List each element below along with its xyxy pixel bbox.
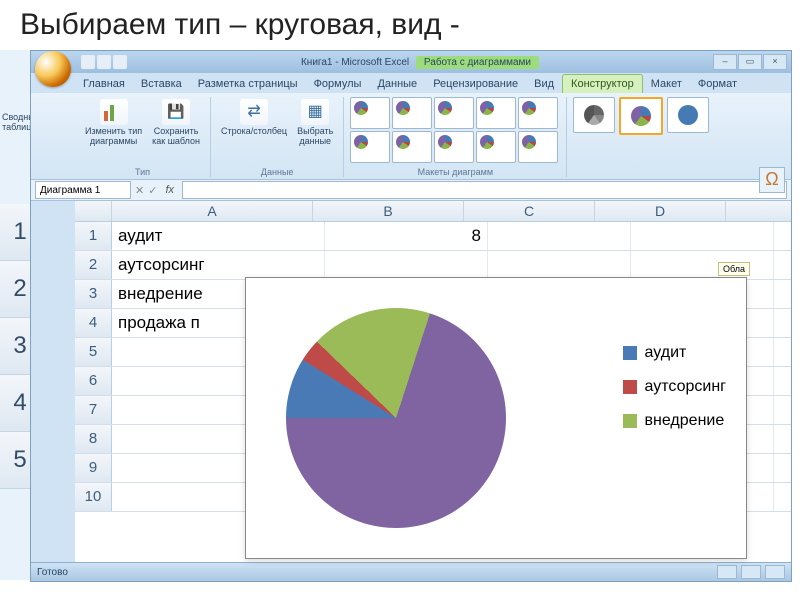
save-as-template-button[interactable]: Сохранитькак шаблон [148, 97, 204, 149]
row-header[interactable]: 6 [75, 367, 112, 395]
col-header-d[interactable]: D [595, 201, 726, 221]
cell[interactable] [631, 222, 774, 250]
chart-area-tooltip: Обла [718, 262, 750, 276]
chart-legend[interactable]: аудит аутсорсинг внедрение [623, 328, 726, 446]
row-header[interactable]: 2 [75, 251, 112, 279]
row-header[interactable]: 10 [75, 483, 112, 511]
cell[interactable]: аудит [112, 222, 325, 250]
grid-icon [301, 99, 329, 125]
legend-swatch [623, 414, 637, 428]
office-button[interactable] [35, 51, 71, 87]
minimize-button[interactable]: – [713, 54, 737, 70]
tab-formulas[interactable]: Формулы [306, 75, 370, 93]
tab-insert[interactable]: Вставка [133, 75, 190, 93]
legend-item: внедрение [623, 412, 726, 430]
row-header[interactable]: 4 [75, 309, 112, 337]
save-icon [162, 99, 190, 125]
style-grayscale[interactable] [573, 97, 615, 133]
legend-swatch [623, 380, 637, 394]
formula-input[interactable] [182, 181, 787, 199]
change-chart-type-button[interactable]: Изменить типдиаграммы [81, 97, 146, 149]
status-text: Готово [37, 567, 68, 578]
enter-icon[interactable]: ✓ [148, 184, 157, 197]
slide-heading: Выбираем тип – круговая, вид - [0, 0, 800, 42]
document-title: Книга1 - Microsoft Excel [301, 57, 409, 68]
table-row[interactable]: 1аудит8 [75, 222, 791, 251]
chart-tools-context: Работа с диаграммами [416, 56, 539, 69]
close-button[interactable]: × [763, 54, 787, 70]
tab-home[interactable]: Главная [75, 75, 133, 93]
style-colored-selected[interactable] [619, 97, 663, 135]
status-bar: Готово [31, 562, 791, 581]
select-data-button[interactable]: Выбратьданные [293, 97, 337, 149]
tab-data[interactable]: Данные [369, 75, 425, 93]
tab-page-layout[interactable]: Разметка страницы [190, 75, 306, 93]
table-row[interactable]: 2аутсорсинг [75, 251, 791, 280]
col-header-c[interactable]: C [464, 201, 595, 221]
chart-styles-gallery[interactable] [573, 97, 709, 135]
row-header[interactable]: 9 [75, 454, 112, 482]
tab-view[interactable]: Вид [526, 75, 562, 93]
row-header[interactable]: 1 [75, 222, 112, 250]
ribbon-group-data: Строка/столбец Выбратьданные Данные [211, 97, 344, 177]
legend-item: аутсорсинг [623, 378, 726, 396]
cancel-icon[interactable]: ✕ [135, 184, 144, 197]
tab-format[interactable]: Формат [690, 75, 745, 93]
row-header[interactable]: 7 [75, 396, 112, 424]
cell[interactable] [325, 251, 488, 279]
ribbon-group-layouts: Макеты диаграмм [344, 97, 567, 177]
cell[interactable] [488, 251, 631, 279]
row-header[interactable]: 5 [75, 338, 112, 366]
swap-icon [240, 99, 268, 125]
cell[interactable]: аутсорсинг [112, 251, 325, 279]
group-label-layouts: Макеты диаграмм [418, 165, 493, 177]
select-all-corner[interactable] [75, 201, 112, 221]
legend-swatch [623, 346, 637, 360]
ribbon-tabs: Главная Вставка Разметка страницы Формул… [31, 73, 791, 93]
chart-layouts-gallery[interactable] [350, 97, 560, 163]
quick-access-toolbar[interactable] [81, 55, 127, 69]
pie-plot-area[interactable] [286, 308, 506, 528]
cell[interactable]: 8 [325, 222, 488, 250]
legend-item: аудит [623, 344, 726, 362]
view-buttons[interactable] [717, 565, 785, 579]
ribbon-group-type: Изменить типдиаграммы Сохранитькак шабло… [75, 97, 211, 177]
symbol-omega-icon[interactable]: Ω [759, 167, 785, 193]
cell[interactable] [631, 251, 774, 279]
fx-icon[interactable]: fx [161, 184, 178, 196]
formula-bar: Диаграмма 1 ✕ ✓ fx [31, 180, 791, 201]
tab-design[interactable]: Конструктор [562, 74, 643, 93]
bar-chart-icon [100, 99, 128, 125]
col-header-b[interactable]: B [313, 201, 464, 221]
name-box[interactable]: Диаграмма 1 [35, 181, 131, 199]
tab-review[interactable]: Рецензирование [425, 75, 526, 93]
titlebar: Книга1 - Microsoft Excel Работа с диагра… [31, 51, 791, 73]
column-headers: A B C D [75, 201, 791, 222]
maximize-button[interactable]: ▭ [738, 54, 762, 70]
switch-row-col-button[interactable]: Строка/столбец [217, 97, 291, 149]
col-header-a[interactable]: A [112, 201, 313, 221]
embedded-pie-chart[interactable]: Обла аудит аутсорсинг внедрение [245, 277, 747, 559]
cell[interactable] [488, 222, 631, 250]
group-label-type: Тип [135, 165, 150, 177]
row-header[interactable]: 3 [75, 280, 112, 308]
tab-layout[interactable]: Макет [643, 75, 690, 93]
style-blue[interactable] [667, 97, 709, 133]
row-header[interactable]: 8 [75, 425, 112, 453]
ribbon: Изменить типдиаграммы Сохранитькак шабло… [31, 93, 791, 180]
group-label-data: Данные [261, 165, 294, 177]
ribbon-group-styles [567, 97, 715, 177]
